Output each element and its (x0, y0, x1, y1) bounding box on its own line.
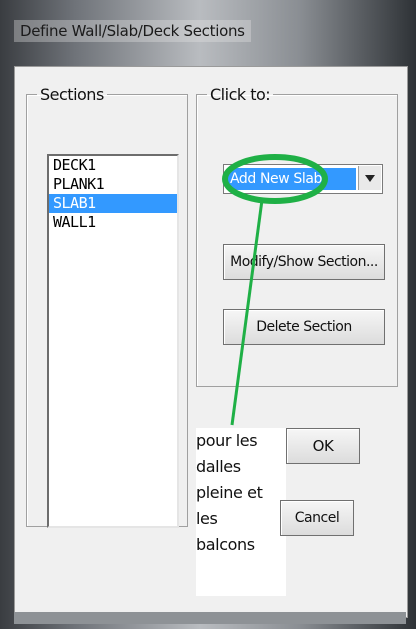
list-item[interactable]: DECK1 (49, 156, 177, 175)
click-to-group: Click to: Add New Slab Modify/Show Secti… (196, 85, 398, 387)
sections-listbox[interactable]: DECK1 PLANK1 SLAB1 WALL1 (47, 154, 179, 528)
annotation-line-1: pour les (196, 431, 258, 450)
list-item[interactable]: PLANK1 (49, 175, 177, 194)
chevron-down-icon[interactable] (358, 166, 381, 190)
modify-show-section-button[interactable]: Modify/Show Section... (223, 244, 385, 280)
annotation-line-2: dalles (196, 457, 241, 476)
title-bar[interactable]: Define Wall/Slab/Deck Sections (0, 0, 416, 66)
sections-legend: Sections (40, 85, 104, 104)
annotation-line-4: balcons (196, 535, 255, 554)
list-item-selected[interactable]: SLAB1 (49, 194, 177, 213)
annotation-note: pour les dalles pleine et les balcons (196, 428, 286, 558)
delete-section-button[interactable]: Delete Section (223, 309, 385, 345)
sections-group: Sections DECK1 PLANK1 SLAB1 WALL1 (26, 85, 188, 528)
add-section-dropdown[interactable]: Add New Slab (223, 164, 383, 194)
click-to-legend: Click to: (210, 85, 271, 104)
dialog-bottom-edge (14, 612, 406, 624)
list-item[interactable]: WALL1 (49, 213, 177, 232)
dropdown-selected-value: Add New Slab (228, 168, 356, 190)
annotation-line-3: pleine et les (196, 483, 263, 528)
window-title: Define Wall/Slab/Deck Sections (14, 20, 251, 42)
ok-button[interactable]: OK (286, 428, 360, 464)
cancel-button[interactable]: Cancel (280, 500, 354, 536)
